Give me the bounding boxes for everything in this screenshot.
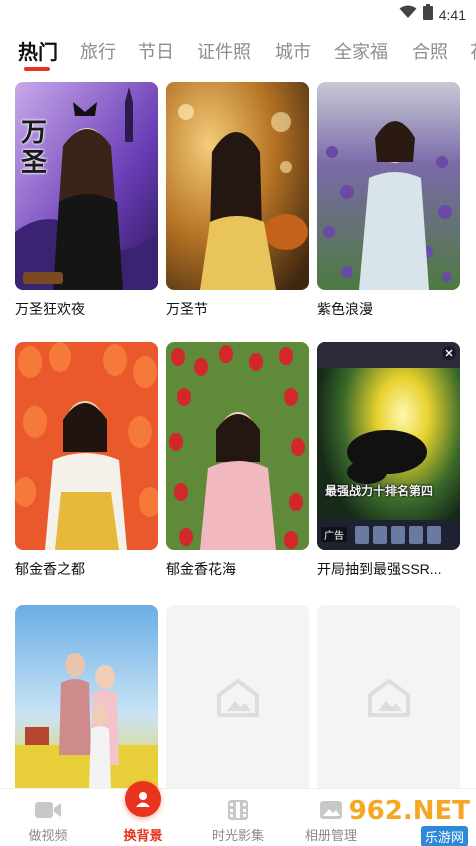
template-thumbnail[interactable]: 万圣 xyxy=(15,82,158,290)
category-tabs: 热门 旅行 节日 证件照 城市 全家福 合照 花 xyxy=(0,30,476,74)
close-icon[interactable] xyxy=(442,346,456,360)
template-title: 紫色浪漫 xyxy=(317,301,373,317)
photo-album-icon xyxy=(317,797,345,823)
template-title: 万圣节 xyxy=(166,301,208,317)
template-title: 万圣狂欢夜 xyxy=(15,301,85,317)
nav-label: 时光影集 xyxy=(211,828,264,843)
tab-flower[interactable]: 花 xyxy=(470,38,476,64)
template-card[interactable]: 紫色浪漫 xyxy=(317,82,460,319)
template-thumbnail[interactable] xyxy=(166,342,309,550)
template-card[interactable]: 万圣 万圣狂欢夜 xyxy=(15,82,158,319)
overlay-title: 万圣 xyxy=(21,118,48,178)
ad-title: 开局抽到最强SSR... xyxy=(317,561,442,577)
image-placeholder-icon xyxy=(366,677,412,717)
template-card-placeholder xyxy=(166,605,309,788)
template-thumbnail[interactable] xyxy=(15,605,158,788)
template-card[interactable] xyxy=(15,605,158,788)
template-card[interactable]: 郁金香花海 xyxy=(166,342,309,579)
tab-id-photo[interactable]: 证件照 xyxy=(197,38,251,64)
watermark-subtext: 乐游网 xyxy=(420,826,468,846)
video-camera-icon xyxy=(34,797,62,823)
template-title: 郁金香花海 xyxy=(166,561,236,577)
template-card-placeholder xyxy=(317,605,460,788)
nav-change-background[interactable]: 换背景 xyxy=(103,781,183,846)
template-thumbnail[interactable] xyxy=(15,342,158,550)
tab-group-photo[interactable]: 合照 xyxy=(412,38,448,64)
tab-city[interactable]: 城市 xyxy=(275,38,311,64)
nav-time-album[interactable]: 时光影集 xyxy=(198,789,278,846)
ad-card[interactable]: 最强战力十排名第四 广告 开局抽到最强SSR... xyxy=(317,342,460,579)
nav-label: 相册管理 xyxy=(304,828,357,843)
watermark-text: 962.NET xyxy=(348,796,470,826)
template-title: 郁金香之都 xyxy=(15,561,85,577)
status-time: 4:41 xyxy=(438,6,466,23)
ad-overlay-text: 最强战力十排名第四 xyxy=(325,484,434,498)
template-thumbnail[interactable] xyxy=(166,82,309,290)
template-thumbnail[interactable] xyxy=(317,82,460,290)
ad-thumbnail[interactable]: 最强战力十排名第四 广告 xyxy=(317,342,460,550)
tab-travel[interactable]: 旅行 xyxy=(80,38,116,64)
person-swap-icon xyxy=(125,781,161,817)
nav-label: 换背景 xyxy=(123,828,163,843)
template-card[interactable]: 万圣节 xyxy=(166,82,309,319)
template-card[interactable]: 郁金香之都 xyxy=(15,342,158,579)
status-icons: 4:41 xyxy=(399,4,466,25)
tab-festival[interactable]: 节日 xyxy=(138,38,174,64)
nav-make-video[interactable]: 做视频 xyxy=(8,789,88,846)
image-placeholder xyxy=(166,605,309,788)
battery-icon xyxy=(422,4,433,25)
nav-label: 做视频 xyxy=(28,828,68,843)
active-tab-indicator xyxy=(24,67,50,71)
site-watermark: 962.NET 乐游网 xyxy=(348,796,470,846)
tab-hot[interactable]: 热门 xyxy=(18,36,58,65)
image-placeholder xyxy=(317,605,460,788)
wifi-icon xyxy=(399,5,417,24)
ad-label: 广告 xyxy=(321,527,347,542)
film-album-icon xyxy=(224,797,252,823)
status-bar: 4:41 xyxy=(0,0,476,26)
image-placeholder-icon xyxy=(215,677,261,717)
tab-family[interactable]: 全家福 xyxy=(334,38,388,64)
